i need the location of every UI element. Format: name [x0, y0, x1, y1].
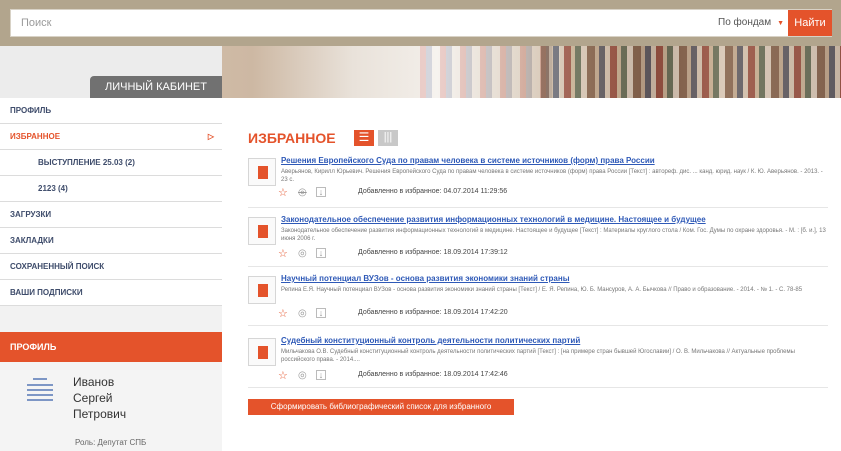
- star-outline-icon[interactable]: ☆: [278, 187, 288, 199]
- entry-title-link[interactable]: Научный потенциал ВУЗов - основа развити…: [281, 274, 570, 283]
- entry-title-link[interactable]: Решения Европейского Суда по правам чело…: [281, 156, 655, 165]
- grid-view-icon[interactable]: |||: [378, 130, 398, 146]
- entry-description: Законодательное обеспечение развития инф…: [281, 228, 826, 242]
- eye-icon[interactable]: ◎: [298, 248, 307, 260]
- list-item: Судебный конституционный контроль деятел…: [248, 336, 828, 388]
- avatar: [25, 376, 55, 404]
- search-button[interactable]: Найти: [788, 10, 832, 36]
- list-item: Научный потенциал ВУЗов - основа развити…: [248, 274, 828, 326]
- scope-select[interactable]: По фондам ▼: [718, 17, 784, 28]
- generate-bibliography-button[interactable]: Сформировать библиографический список дл…: [248, 399, 514, 415]
- added-date: Добавленно в избранное: 18.09.2014 17:42…: [358, 371, 508, 378]
- added-date: Добавленно в избранное: 04.07.2014 11:29…: [358, 188, 508, 195]
- added-date: Добавленно в избранное: 18.09.2014 17:42…: [358, 309, 508, 316]
- download-icon[interactable]: ↓: [316, 248, 326, 258]
- download-icon[interactable]: ↓: [316, 308, 326, 318]
- user-surname: Иванов: [73, 375, 115, 389]
- profile-header: ПРОФИЛЬ: [0, 332, 222, 362]
- user-first-name: Сергей: [73, 391, 113, 405]
- page-title: ИЗБРАННОЕ: [248, 130, 336, 146]
- list-view-icon[interactable]: ☰: [354, 130, 374, 146]
- chevron-down-icon: ▼: [777, 20, 785, 27]
- sidebar: ЛИЧНЫЙ КАБИНЕТ ПРОФИЛЬ ИЗБРАННОЕ ▷ ВЫСТУ…: [0, 46, 222, 451]
- sidebar-item-label: ИЗБРАННОЕ: [10, 132, 61, 141]
- sidebar-item-favorites[interactable]: ИЗБРАННОЕ ▷: [0, 124, 222, 150]
- added-date: Добавленно в избранное: 18.09.2014 17:39…: [358, 249, 508, 256]
- sidebar-item-saved-search[interactable]: СОХРАНЕННЫЙ ПОИСК: [0, 254, 222, 280]
- list-item: Законодательное обеспечение развития инф…: [248, 215, 828, 267]
- sidebar-item-downloads[interactable]: ЗАГРУЗКИ: [0, 202, 222, 228]
- search-input[interactable]: [21, 10, 621, 36]
- banner-decor: [420, 46, 560, 98]
- sidebar-item-profile[interactable]: ПРОФИЛЬ: [0, 98, 222, 124]
- sidebar-menu: ПРОФИЛЬ ИЗБРАННОЕ ▷ ВЫСТУПЛЕНИЕ 25.03 (2…: [0, 98, 222, 338]
- document-icon: [248, 158, 276, 186]
- list-item: Решения Европейского Суда по правам чело…: [248, 156, 828, 208]
- entry-description: Аверьянов, Кирилл Юрьевич. Решения Европ…: [281, 169, 823, 183]
- top-bar: По фондам ▼ Найти: [0, 0, 841, 46]
- user-name: Иванов Сергей Петрович: [73, 374, 126, 422]
- eye-off-icon[interactable]: ◎: [298, 187, 307, 199]
- entry-title-link[interactable]: Судебный конституционный контроль деятел…: [281, 336, 580, 345]
- document-icon: [248, 338, 276, 366]
- sidebar-item-subscriptions[interactable]: ВАШИ ПОДПИСКИ: [0, 280, 222, 306]
- scope-select-label: По фондам: [718, 17, 772, 28]
- star-outline-icon[interactable]: ☆: [278, 308, 288, 320]
- profile-card: Иванов Сергей Петрович Роль: Депутат СПБ: [0, 362, 222, 451]
- sidebar-subitem-speech[interactable]: ВЫСТУПЛЕНИЕ 25.03 (2): [0, 150, 222, 176]
- cabinet-tab: ЛИЧНЫЙ КАБИНЕТ: [90, 76, 222, 98]
- bookshelf-decor: [541, 46, 841, 98]
- download-icon[interactable]: ↓: [316, 187, 326, 197]
- download-icon[interactable]: ↓: [316, 370, 326, 380]
- eye-icon[interactable]: ◎: [298, 370, 307, 382]
- document-icon: [248, 217, 276, 245]
- search-box: По фондам ▼ Найти: [10, 9, 832, 37]
- star-outline-icon[interactable]: ☆: [278, 248, 288, 260]
- chevron-right-icon: ▷: [207, 132, 214, 141]
- entry-description: Мильчакова О.В. Судебный конституционный…: [281, 349, 795, 363]
- document-icon: [248, 276, 276, 304]
- user-role: Роль: Депутат СПБ: [75, 438, 147, 447]
- star-outline-icon[interactable]: ☆: [278, 370, 288, 382]
- entry-title-link[interactable]: Законодательное обеспечение развития инф…: [281, 215, 706, 224]
- sidebar-item-bookmarks[interactable]: ЗАКЛАДКИ: [0, 228, 222, 254]
- entry-description: Репина Е.Я. Научный потенциал ВУЗов - ос…: [281, 287, 803, 293]
- user-patronymic: Петрович: [73, 407, 127, 421]
- eye-icon[interactable]: ◎: [298, 308, 307, 320]
- sidebar-subitem-2123[interactable]: 2123 (4): [0, 176, 222, 202]
